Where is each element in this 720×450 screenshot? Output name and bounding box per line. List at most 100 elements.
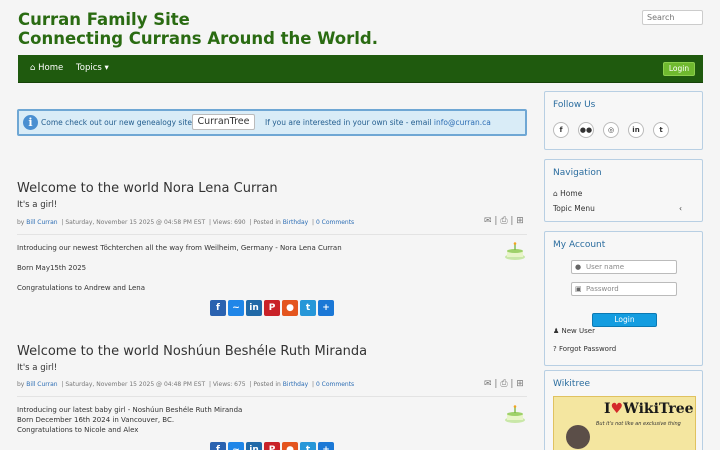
site-tagline: Connecting Currans Around the World. — [18, 29, 379, 48]
sidebar-nav-home-label: Home — [560, 189, 583, 198]
author-link[interactable]: Bill Curran — [26, 381, 57, 388]
post-title[interactable]: Welcome to the world Noshúun Beshéle Rut… — [17, 344, 367, 360]
meta-by: by — [17, 381, 25, 388]
username-placeholder: User name — [586, 263, 625, 271]
post-meta: by Bill Curran | Saturday, November 15 2… — [17, 219, 355, 226]
currantree-button[interactable]: CurranTree — [192, 114, 255, 130]
nav-home-label: Home — [38, 63, 64, 73]
instagram-icon[interactable]: ◎ — [603, 122, 619, 138]
genealogy-notice: i Come check out our new genealogy site.… — [17, 109, 527, 136]
new-user-link[interactable]: ♟ New User — [553, 327, 595, 335]
caret-down-icon: ▾ — [104, 63, 109, 73]
info-icon: i — [23, 115, 38, 130]
pinterest-icon[interactable]: P — [264, 300, 280, 316]
share-more-icon[interactable]: + — [318, 300, 334, 316]
nav-topics-label: Topics — [76, 63, 102, 73]
post-date: Saturday, November 15 2025 @ 04:58 PM ES… — [65, 219, 206, 226]
sidebar-nav-topic-label: Topic Menu — [553, 204, 595, 213]
post-body: Introducing our latest baby girl - Noshú… — [17, 405, 242, 435]
reddit-icon[interactable]: ● — [282, 300, 298, 316]
sidebar-nav-topic-menu[interactable]: Topic Menu ‹ — [553, 204, 694, 213]
post-paragraph: Born May15th 2025 — [17, 264, 87, 272]
plus-square-icon[interactable]: ⊞ — [516, 216, 524, 226]
email-icon[interactable]: ✉ — [484, 379, 492, 389]
post-title[interactable]: Welcome to the world Nora Lena Curran — [17, 181, 278, 197]
post-date: Saturday, November 15 2025 @ 04:48 PM ES… — [65, 381, 206, 388]
print-icon[interactable]: ⎙ — [500, 379, 507, 389]
search-input[interactable] — [642, 10, 703, 25]
nav-topics-dropdown[interactable]: Topics ▾ — [76, 55, 109, 82]
twitter-icon[interactable]: t — [300, 300, 316, 316]
follow-us-heading: Follow Us — [553, 100, 596, 110]
my-account-panel: My Account ● User name ▣ Password Login … — [544, 231, 703, 366]
facebook-icon[interactable]: f — [210, 300, 226, 316]
post-paragraph: Introducing our latest baby girl - Noshú… — [17, 406, 243, 414]
share-buttons: f ~ in P ● t + — [210, 300, 334, 316]
plus-square-icon[interactable]: ⊞ — [516, 379, 524, 389]
main-navbar: ⌂ Home Topics ▾ — [18, 55, 703, 83]
category-link[interactable]: Birthday — [283, 381, 308, 388]
forgot-password-link[interactable]: ? Forgot Password — [553, 345, 616, 353]
email-icon[interactable]: ✉ — [484, 216, 492, 226]
print-icon[interactable]: ⎙ — [500, 216, 507, 226]
flickr-icon[interactable]: ●● — [578, 122, 594, 138]
site-title[interactable]: Curran Family Site Connecting Currans Ar… — [18, 10, 378, 48]
notice-email-text: If you are interested in your own site -… — [265, 118, 491, 127]
share-more-icon[interactable]: + — [318, 442, 334, 450]
notice-email-prefix: If you are interested in your own site -… — [265, 118, 432, 127]
meta-by: by — [17, 219, 25, 226]
pinterest-icon[interactable]: P — [264, 442, 280, 450]
notice-text: Come check out our new genealogy site. — [41, 118, 195, 127]
birthday-cake-icon — [505, 242, 525, 260]
my-account-heading: My Account — [553, 240, 606, 250]
account-login-button[interactable]: Login — [592, 313, 657, 327]
wikitree-logo: I♥WikiTree — [604, 401, 694, 417]
notice-email-link[interactable]: info@curran.ca — [434, 118, 491, 127]
twitter-icon[interactable]: t — [300, 442, 316, 450]
twitter-icon[interactable]: t — [653, 122, 669, 138]
site-title-line1: Curran Family Site — [18, 10, 190, 29]
post-paragraph: Introducing our newest Töchterchen all t… — [17, 244, 342, 252]
post-actions: ✉ | ⎙ | ⊞ — [484, 379, 524, 389]
post-paragraph: Born December 16th 2024 in Vancouver, BC… — [17, 416, 175, 424]
password-placeholder: Password — [586, 285, 619, 293]
sidebar-nav-home[interactable]: ⌂ Home — [553, 189, 694, 198]
share-buttons: f ~ in P ● t + — [210, 442, 334, 450]
nav-home-link[interactable]: ⌂ Home — [30, 55, 63, 82]
facebook-icon[interactable]: f — [553, 122, 569, 138]
linkedin-icon[interactable]: in — [246, 442, 262, 450]
username-field[interactable]: ● User name — [571, 260, 677, 274]
linkedin-icon[interactable]: in — [628, 122, 644, 138]
user-icon: ♟ — [553, 327, 560, 335]
messenger-icon[interactable]: ~ — [228, 300, 244, 316]
forgot-password-label: Forgot Password — [558, 345, 617, 353]
navigation-panel: Navigation ⌂ Home Topic Menu ‹ — [544, 159, 703, 222]
lock-icon: ▣ — [575, 285, 582, 293]
post-subtitle: It's a girl! — [17, 363, 58, 373]
meta-posted-in: Posted in — [253, 381, 281, 388]
linkedin-icon[interactable]: in — [246, 300, 262, 316]
header-login-button[interactable]: Login — [663, 62, 695, 76]
comments-link[interactable]: 0 Comments — [316, 219, 354, 226]
post-body: Introducing our newest Töchterchen all t… — [17, 243, 342, 293]
birthday-cake-icon — [505, 405, 525, 423]
reddit-icon[interactable]: ● — [282, 442, 298, 450]
wikitree-photo — [566, 425, 590, 449]
wikitree-panel: Wikitree I♥WikiTree But it's not like an… — [544, 370, 703, 450]
comments-link[interactable]: 0 Comments — [316, 381, 354, 388]
messenger-icon[interactable]: ~ — [228, 442, 244, 450]
post-actions: ✉ | ⎙ | ⊞ — [484, 216, 524, 226]
user-icon: ● — [575, 263, 582, 271]
category-link[interactable]: Birthday — [283, 219, 308, 226]
password-field[interactable]: ▣ Password — [571, 282, 677, 296]
post-paragraph: Congratulations to Nicole and Alex — [17, 426, 139, 434]
author-link[interactable]: Bill Curran — [26, 219, 57, 226]
question-icon: ? — [553, 345, 557, 353]
post-views: Views: 690 — [212, 219, 246, 226]
post-divider — [17, 396, 527, 397]
facebook-icon[interactable]: f — [210, 442, 226, 450]
chevron-left-icon: ‹ — [679, 204, 682, 213]
post-divider — [17, 234, 527, 235]
wikitree-banner[interactable]: I♥WikiTree But it's not like an exclusiv… — [553, 396, 696, 450]
home-icon: ⌂ — [30, 63, 36, 73]
